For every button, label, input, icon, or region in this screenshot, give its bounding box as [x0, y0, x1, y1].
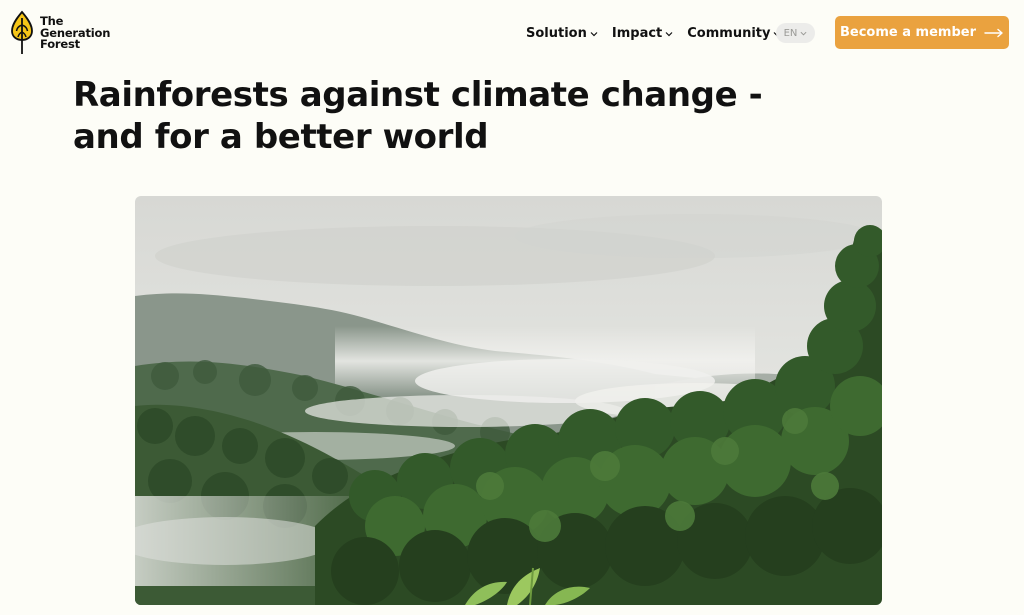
- site-header: The Generation Forest Solution Impact Co…: [0, 0, 1024, 66]
- language-label: EN: [783, 27, 798, 39]
- nav-item-solution[interactable]: Solution: [526, 26, 598, 41]
- arrow-right-icon: [984, 28, 1003, 37]
- main-nav: Solution Impact Community: [526, 22, 795, 44]
- nav-item-community[interactable]: Community: [687, 26, 781, 41]
- chevron-down-icon: [590, 31, 598, 36]
- become-member-label: Become a member: [840, 25, 976, 40]
- nav-item-label: Community: [687, 25, 771, 41]
- language-selector[interactable]: EN: [776, 23, 815, 43]
- nav-item-label: Solution: [526, 25, 587, 41]
- become-member-button[interactable]: Become a member: [835, 16, 1009, 49]
- logo-link[interactable]: The Generation Forest: [10, 10, 110, 56]
- leaf-seed-logo-icon: [11, 10, 33, 54]
- chevron-down-icon: [800, 31, 807, 36]
- nav-item-impact[interactable]: Impact: [612, 26, 673, 41]
- page-title-line-2: and for a better world: [73, 117, 489, 157]
- page-title: Rainforests against climate change - and…: [73, 74, 773, 158]
- chevron-down-icon: [665, 31, 673, 36]
- rainforest-photo: [135, 196, 882, 605]
- nav-item-label: Impact: [611, 25, 663, 41]
- page-title-line-1: Rainforests against climate change -: [73, 75, 763, 115]
- hero-image: [135, 196, 882, 605]
- logo-line-3: Forest: [40, 37, 80, 52]
- logo-wordmark: The Generation Forest: [40, 16, 110, 51]
